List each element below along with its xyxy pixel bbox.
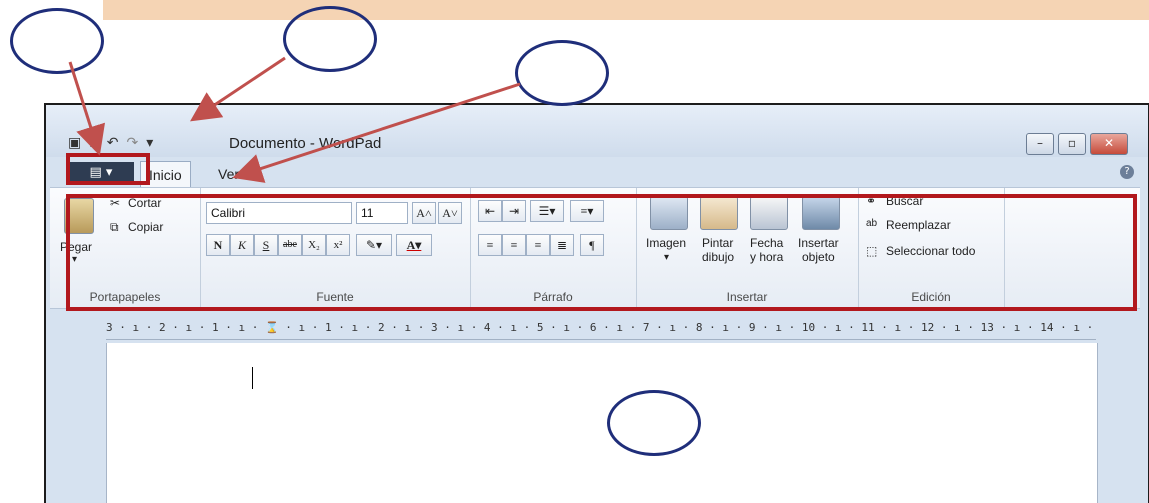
callout-circle-file-menu	[10, 8, 104, 74]
ruler[interactable]: 3 · ı · 2 · ı · 1 · ı · ⌛ · ı · 1 · ı · …	[106, 317, 1096, 340]
title-bar: ▣ ▪ ↶ ↷ ▾ Documento - WordPad – ▫ ✕	[46, 105, 1148, 157]
callout-circle-ribbon	[515, 40, 609, 106]
file-menu-highlight-box	[66, 153, 150, 185]
save-icon[interactable]: ▪	[89, 135, 99, 151]
customize-dropdown-icon[interactable]: ▾	[146, 135, 153, 151]
help-icon[interactable]: ?	[1120, 165, 1134, 179]
undo-icon[interactable]: ↶	[107, 135, 119, 151]
minimize-button[interactable]: –	[1026, 133, 1054, 155]
ribbon-highlight-box	[66, 194, 1137, 311]
top-color-band	[103, 0, 1149, 20]
maximize-button[interactable]: ▫	[1058, 133, 1086, 155]
document-area[interactable]	[106, 343, 1098, 503]
redo-icon[interactable]: ↷	[126, 135, 138, 151]
text-cursor	[252, 367, 253, 389]
wordpad-app-icon[interactable]: ▣	[68, 135, 81, 151]
callout-circle-document	[607, 390, 701, 456]
tab-ver[interactable]: Ver	[210, 161, 247, 187]
quick-access-toolbar: ▣ ▪ ↶ ↷ ▾	[68, 133, 153, 153]
window-title: Documento - WordPad	[229, 135, 382, 152]
close-button[interactable]: ✕	[1090, 133, 1128, 155]
ribbon-tab-row: ▤ ▾ Inicio Ver ?	[46, 157, 1148, 188]
callout-circle-quick-access	[283, 6, 377, 72]
